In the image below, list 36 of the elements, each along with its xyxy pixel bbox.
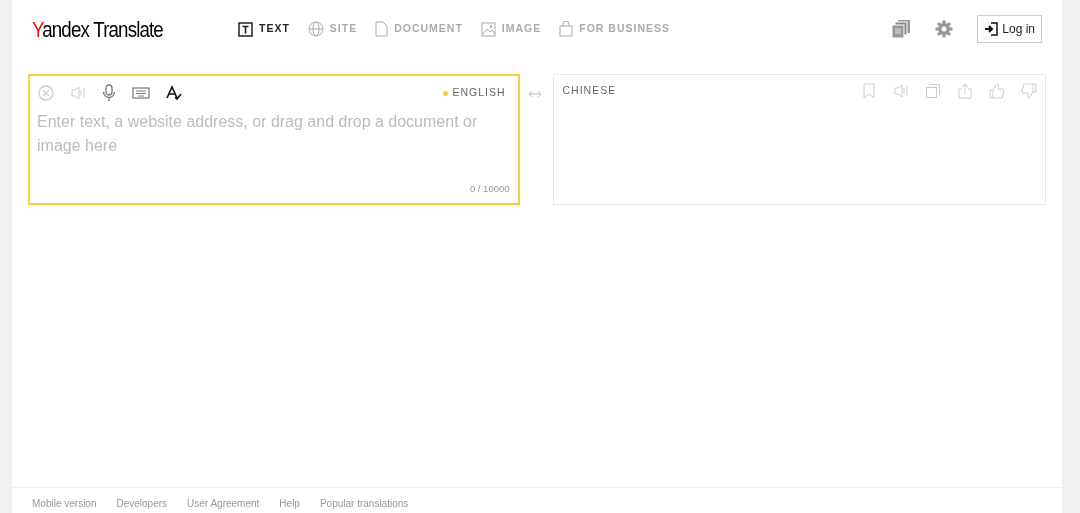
thumbs-up-icon[interactable] [989,83,1005,99]
clear-icon[interactable] [38,85,54,101]
spellcheck-icon[interactable] [166,85,182,101]
mode-tab[interactable]: SITE [307,21,358,37]
speaker-icon[interactable] [70,85,86,101]
speaker-icon[interactable] [893,83,909,99]
source-language[interactable]: ENGLISH [452,85,506,101]
settings-icon[interactable] [935,20,954,38]
microphone-icon[interactable] [102,84,116,102]
image-icon [480,21,496,37]
thumbs-down-icon[interactable] [1021,83,1037,99]
document-icon [375,21,389,37]
mode-tab[interactable]: IMAGE [480,21,542,37]
share-icon[interactable] [957,83,973,99]
footer-link[interactable]: Popular translations [319,496,409,513]
target-language[interactable]: CHINESE [562,83,617,99]
mode-tab[interactable]: FOR BUSINESS [559,21,671,37]
bag-icon [559,21,574,37]
footer-link[interactable]: Mobile version [32,496,97,513]
globe-icon [307,21,324,37]
mode-tab[interactable]: DOCUMENT [375,21,463,37]
mode-tab[interactable]: TEXT [238,21,290,37]
swap-icon[interactable] [527,90,542,98]
collections-icon[interactable] [891,19,912,39]
logo[interactable]: Yandex Translate [32,12,163,46]
footer-link[interactable]: Help [279,496,300,513]
footer-link[interactable]: Developers [116,496,168,513]
keyboard-icon[interactable] [132,86,150,100]
login-button[interactable]: Log in [977,15,1042,43]
footer-link[interactable]: User Agreement [187,496,260,513]
login-icon [984,22,999,36]
character-counter: 0 / 10000 [469,183,510,194]
bookmark-icon[interactable] [861,83,877,99]
text-icon [238,21,253,37]
source-text-field[interactable]: ENGLISH Enter text, a website address, or drag and drop a document or image here 0 / 10000 [28,74,520,205]
copy-icon[interactable] [925,83,941,99]
